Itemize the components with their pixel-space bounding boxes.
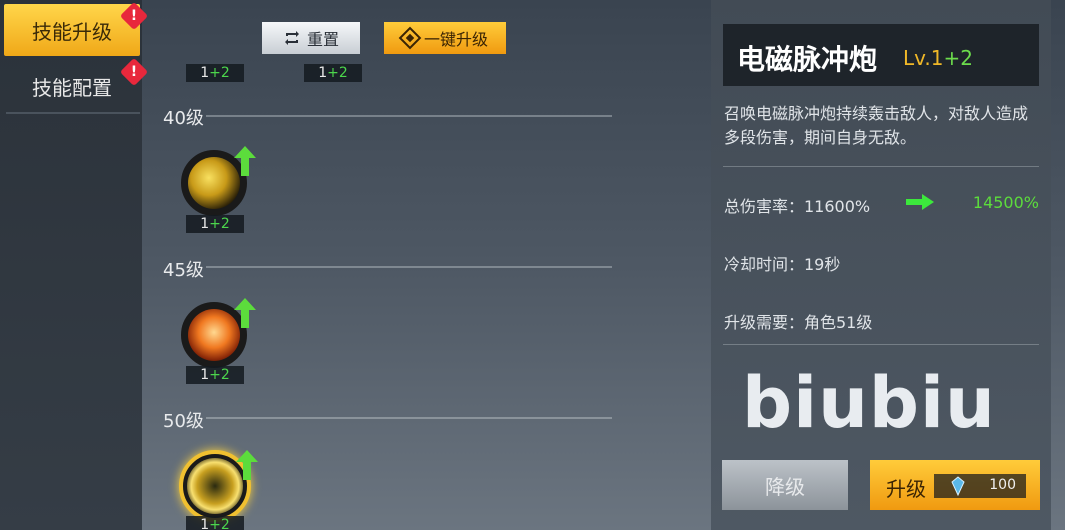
diamond-arrow-icon (398, 26, 422, 50)
emp-cannon-icon (187, 458, 243, 514)
tier-label-40: 40级 (163, 108, 204, 129)
skill-description: 召唤电磁脉冲炮持续轰击敌人，对敌人造成多段伤害，期间自身无敌。 (724, 104, 1029, 147)
level-tag: 1 +2 (186, 64, 244, 82)
level-tag: 1 +2 (304, 64, 362, 82)
reset-button[interactable]: 重置 (262, 22, 360, 54)
upgrade-available-icon (236, 450, 258, 480)
skill-level: Lv.1+2 (903, 46, 973, 70)
tab-skill-config-label: 技能配置 (32, 75, 112, 100)
refresh-icon (284, 31, 299, 45)
downgrade-label: 降级 (765, 474, 805, 499)
upgrade-available-icon (234, 298, 256, 328)
skill-name: 电磁脉冲炮 (737, 43, 878, 76)
reset-label: 重置 (306, 30, 339, 49)
tab-skill-upgrade-label: 技能升级 (32, 19, 112, 44)
watermark: biubiu (742, 362, 996, 444)
gem-icon (951, 476, 965, 496)
upgrade-label: 升级 (886, 477, 926, 501)
tier-divider (206, 266, 612, 268)
alert-badge-icon: ! (119, 1, 149, 31)
tier-label-50: 50级 (163, 411, 204, 432)
upgrade-all-button[interactable]: 一键升级 (384, 22, 506, 54)
upgrade-cost: 100 (934, 474, 1026, 498)
cooldown-time: 冷却时间：19秒 (724, 255, 841, 274)
level-tag: 1 +2 (186, 215, 244, 233)
level-tag: 1 +2 (186, 516, 244, 530)
upgrade-requirement: 升级需要：角色51级 (724, 313, 873, 332)
sidebar-divider (6, 112, 140, 114)
tier-divider (206, 115, 612, 117)
level-tag: 1 +2 (186, 366, 244, 384)
tab-skill-upgrade[interactable]: 技能升级 ! (4, 1, 149, 56)
upgrade-available-icon (234, 146, 256, 176)
upgrade-button[interactable]: 升级 100 (870, 460, 1040, 510)
tier-divider (206, 417, 612, 419)
missile-barrage-icon (188, 157, 240, 209)
divider (723, 166, 1039, 167)
alert-badge-icon: ! (119, 57, 149, 87)
explosion-icon (188, 309, 240, 361)
downgrade-button[interactable]: 降级 (722, 460, 848, 510)
upgrade-all-label: 一键升级 (423, 30, 488, 49)
upgrade-cost-value: 100 (989, 477, 1016, 493)
damage-rate-new: 14500% (972, 193, 1039, 212)
damage-rate-current: 总伤害率：11600% (724, 197, 871, 216)
tier-label-45: 45级 (163, 260, 204, 281)
divider (723, 344, 1039, 345)
tab-skill-config[interactable]: 技能配置 ! (4, 57, 149, 112)
arrow-right-icon (906, 194, 934, 210)
